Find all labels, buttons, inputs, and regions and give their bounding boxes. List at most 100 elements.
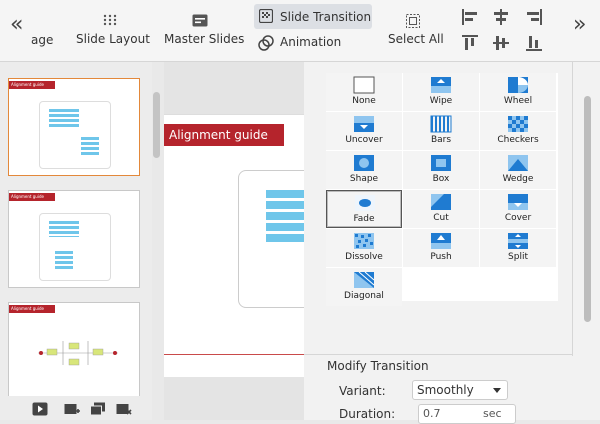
align-left-icon[interactable] bbox=[461, 8, 479, 26]
animation-button[interactable]: Animation bbox=[257, 34, 347, 52]
thumb-shape bbox=[55, 251, 73, 271]
shape-icon bbox=[354, 155, 374, 171]
duplicate-slide-icon[interactable] bbox=[90, 402, 106, 416]
align-center-icon[interactable] bbox=[492, 8, 510, 26]
split-icon bbox=[508, 233, 528, 249]
truncated-toolbar-item[interactable]: age bbox=[31, 33, 53, 47]
thumb-shape bbox=[81, 137, 99, 157]
canvas-guide-line bbox=[164, 354, 304, 355]
select-all-button[interactable]: Select All bbox=[386, 14, 444, 54]
slide-title-banner[interactable]: Alignment guide bbox=[164, 124, 284, 146]
collapse-right-button[interactable]: » bbox=[573, 14, 586, 36]
transition-none[interactable]: None bbox=[326, 73, 402, 111]
thumb-title: Alignment guide bbox=[9, 81, 55, 89]
transition-label: Wipe bbox=[429, 96, 453, 106]
master-slides-label: Master Slides bbox=[164, 32, 245, 46]
toolbar: « age Slide Layout Master Slides Slide T… bbox=[0, 0, 600, 62]
uncover-icon bbox=[354, 116, 374, 132]
panel-divider bbox=[304, 354, 572, 355]
cover-icon bbox=[508, 194, 528, 210]
slide-transition-label: Slide Transition bbox=[280, 10, 372, 24]
duration-field[interactable]: 0.7 sec bbox=[418, 404, 516, 424]
transition-label: Box bbox=[432, 174, 450, 184]
transition-cut[interactable]: Cut bbox=[403, 190, 479, 228]
slide-thumbnail-3[interactable]: Alignment guide bbox=[8, 302, 140, 396]
transition-checkers[interactable]: Checkers bbox=[480, 112, 556, 150]
transition-wipe[interactable]: Wipe bbox=[403, 73, 479, 111]
push-icon bbox=[431, 233, 451, 249]
transition-label: Dissolve bbox=[345, 252, 383, 262]
transition-label: Push bbox=[430, 252, 452, 262]
slide-panel-scrollbar[interactable] bbox=[153, 92, 160, 158]
variant-select[interactable]: Smoothly bbox=[412, 380, 508, 400]
duration-unit: sec bbox=[483, 407, 502, 420]
transition-label: Split bbox=[508, 252, 528, 262]
play-icon[interactable] bbox=[32, 402, 48, 416]
wheel-icon bbox=[508, 77, 528, 93]
transition-box[interactable]: Box bbox=[403, 151, 479, 189]
animation-icon bbox=[258, 35, 274, 51]
none-icon bbox=[353, 76, 375, 94]
select-all-label: Select All bbox=[388, 32, 444, 46]
thumb-shape bbox=[49, 221, 79, 237]
transition-push[interactable]: Push bbox=[403, 229, 479, 267]
transition-diagonal[interactable]: Diagonal bbox=[326, 268, 402, 306]
panel-scrollbar[interactable] bbox=[584, 96, 591, 322]
duration-label: Duration: bbox=[339, 407, 396, 421]
master-slides-button[interactable]: Master Slides bbox=[164, 14, 244, 54]
transition-dissolve[interactable]: Dissolve bbox=[326, 229, 402, 267]
panel-divider bbox=[572, 62, 573, 356]
transition-fade[interactable]: Fade bbox=[326, 190, 402, 228]
transition-label: Uncover bbox=[345, 135, 383, 145]
transition-uncover[interactable]: Uncover bbox=[326, 112, 402, 150]
chevron-down-icon bbox=[493, 388, 501, 393]
delete-slide-icon[interactable] bbox=[116, 402, 132, 416]
variant-value: Smoothly bbox=[417, 383, 474, 397]
diagonal-icon bbox=[354, 271, 375, 288]
transition-shape[interactable]: Shape bbox=[326, 151, 402, 189]
transition-label: Cover bbox=[504, 213, 532, 223]
slide-thumbnail-1[interactable]: Alignment guide bbox=[8, 78, 140, 176]
dissolve-icon bbox=[354, 233, 374, 249]
transition-split[interactable]: Split bbox=[480, 229, 556, 267]
thumb-diagram bbox=[38, 341, 118, 366]
transition-label: Bars bbox=[430, 135, 452, 145]
transition-cover[interactable]: Cover bbox=[480, 190, 556, 228]
transition-label: Diagonal bbox=[344, 291, 384, 301]
slide-thumbnail-2[interactable]: Alignment guide bbox=[8, 190, 140, 288]
transition-label: Checkers bbox=[497, 135, 539, 145]
transition-label: Shape bbox=[349, 174, 379, 184]
thumb-title: Alignment guide bbox=[9, 193, 55, 201]
variant-label: Variant: bbox=[339, 384, 386, 398]
new-slide-icon[interactable] bbox=[64, 402, 80, 416]
slide-layout-label: Slide Layout bbox=[76, 32, 150, 46]
fade-icon bbox=[355, 195, 375, 211]
bars-icon bbox=[430, 115, 452, 133]
align-middle-icon[interactable] bbox=[492, 34, 510, 52]
transition-label: Wheel bbox=[503, 96, 533, 106]
truncated-label: age bbox=[31, 33, 54, 47]
transition-label: Cut bbox=[433, 213, 449, 223]
thumb-title: Alignment guide bbox=[9, 305, 55, 313]
wedge-icon bbox=[508, 155, 528, 171]
animation-label: Animation bbox=[280, 35, 342, 49]
align-bottom-icon[interactable] bbox=[525, 34, 543, 52]
wipe-icon bbox=[431, 77, 451, 93]
transition-wedge[interactable]: Wedge bbox=[480, 151, 556, 189]
align-top-icon[interactable] bbox=[461, 34, 479, 52]
transition-label: Wedge bbox=[502, 174, 534, 184]
modify-transition-heading: Modify Transition bbox=[327, 359, 429, 373]
slide-layout-button[interactable]: Slide Layout bbox=[76, 14, 171, 54]
slide-panel: Alignment guide Alignment guide Alignmen… bbox=[0, 62, 152, 396]
transition-bars[interactable]: Bars bbox=[403, 112, 479, 150]
checkers-icon bbox=[508, 116, 528, 132]
slide-transition-icon bbox=[259, 9, 273, 23]
transition-wheel[interactable]: Wheel bbox=[480, 73, 556, 111]
canvas-list-shape[interactable] bbox=[266, 190, 304, 244]
cut-icon bbox=[431, 194, 451, 210]
thumb-shape bbox=[49, 109, 79, 129]
align-right-icon[interactable] bbox=[525, 8, 543, 26]
master-slides-icon bbox=[192, 14, 208, 27]
grid-dots-icon bbox=[103, 14, 117, 26]
collapse-left-button[interactable]: « bbox=[10, 14, 23, 36]
